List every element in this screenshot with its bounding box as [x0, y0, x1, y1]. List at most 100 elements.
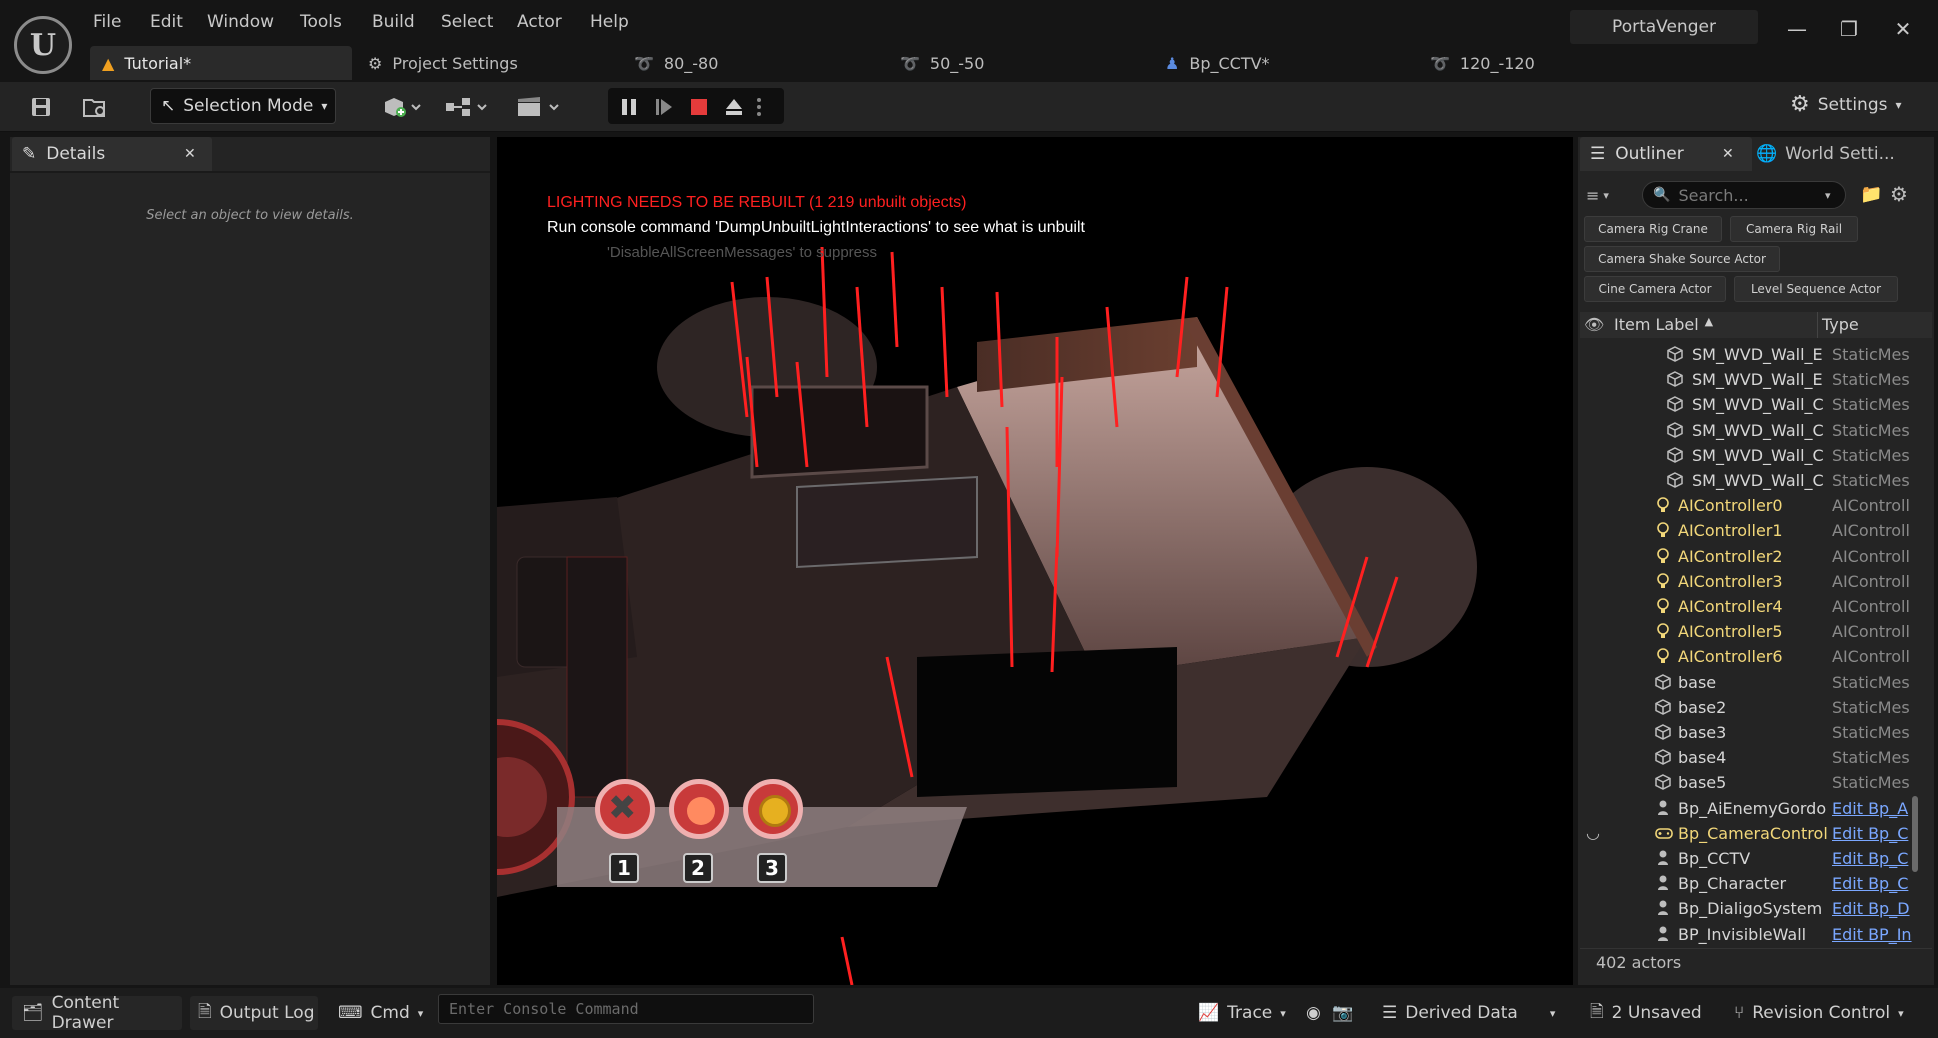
outliner-row[interactable]: base2 StaticMes	[1580, 695, 1932, 720]
outliner-row[interactable]: base StaticMes	[1580, 670, 1932, 695]
close-window-icon[interactable]: ✕	[1888, 14, 1918, 44]
filter-level-sequence-actor[interactable]: Level Sequence Actor	[1734, 276, 1898, 302]
level-viewport[interactable]: ✖ 1 2 3 LIGHTING NEEDS TO BE REBUILT (1 …	[497, 137, 1573, 985]
blueprint-menu-icon[interactable]	[440, 92, 494, 122]
outliner-row[interactable]: AIController0 AIControll	[1580, 493, 1932, 518]
filter-cine-camera-actor[interactable]: Cine Camera Actor	[1584, 276, 1726, 302]
stop-icon[interactable]	[682, 92, 716, 122]
tab-outliner[interactable]: ☰ Outliner ✕	[1580, 137, 1752, 171]
outliner-row[interactable]: AIController1 AIControll	[1580, 518, 1932, 543]
content-drawer-button[interactable]: 🗂 Content Drawer	[12, 993, 182, 1033]
outliner-row[interactable]: base4 StaticMes	[1580, 745, 1932, 770]
hidden-eye-icon[interactable]: ◡	[1586, 823, 1606, 843]
outliner-row[interactable]: base5 StaticMes	[1580, 770, 1932, 795]
restore-icon[interactable]: ❐	[1834, 14, 1864, 44]
outliner-row[interactable]: AIController6 AIControll	[1580, 644, 1932, 669]
search-input[interactable]: 🔍 Search... ▾	[1642, 181, 1846, 209]
outliner-row[interactable]: AIController5 AIControll	[1580, 619, 1932, 644]
new-folder-icon[interactable]: 📁	[1860, 184, 1882, 205]
edit-blueprint-link[interactable]: Edit BP_In	[1832, 925, 1932, 944]
outliner-row-label: base4	[1678, 748, 1727, 768]
save-icon[interactable]	[24, 92, 58, 122]
tab-tutorial[interactable]: ▲ Tutorial*	[90, 46, 352, 80]
static-mesh-icon	[1666, 421, 1686, 441]
settings-button[interactable]: ⚙ Settings ▾	[1790, 92, 1902, 117]
outliner-row[interactable]: base3 StaticMes	[1580, 720, 1932, 745]
filter-dropdown[interactable]: ≡ ▾	[1586, 182, 1626, 208]
revision-control-dropdown[interactable]: ⑂ Revision Control ▾	[1734, 996, 1904, 1030]
tab-80-80[interactable]: ➰ 80_-80	[622, 46, 718, 80]
outliner-row[interactable]: SM_WVD_Wall_C StaticMes	[1580, 418, 1932, 443]
pause-icon[interactable]	[612, 92, 646, 122]
menu-edit[interactable]: Edit	[150, 12, 183, 32]
derived-data-dropdown[interactable]: ☰ Derived Data ▾	[1382, 996, 1555, 1030]
menu-file[interactable]: File	[93, 12, 121, 32]
cinematics-icon[interactable]	[512, 92, 566, 122]
outliner-row[interactable]: SM_WVD_Wall_C StaticMes	[1580, 468, 1932, 493]
close-icon[interactable]: ✕	[1722, 146, 1734, 162]
outliner-row[interactable]: SM_WVD_Wall_C StaticMes	[1580, 392, 1932, 417]
column-type[interactable]: Type	[1822, 315, 1859, 334]
unreal-logo-icon[interactable]: U	[14, 16, 72, 74]
menu-help[interactable]: Help	[590, 12, 629, 32]
filter-camera-shake-source[interactable]: Camera Shake Source Actor	[1584, 246, 1780, 272]
outliner-row[interactable]: Bp_Character Edit Bp_C	[1580, 871, 1932, 896]
close-icon[interactable]: ✕	[184, 146, 196, 162]
outliner-row-type: StaticMes	[1832, 697, 1910, 717]
filter-camera-rig-crane[interactable]: Camera Rig Crane	[1584, 216, 1722, 242]
screenshot-icon[interactable]: 📷	[1332, 996, 1353, 1030]
step-frame-icon[interactable]	[647, 92, 681, 122]
console-command-input[interactable]: Enter Console Command	[438, 994, 814, 1024]
outliner-row[interactable]: ◡ Bp_CameraControl Edit Bp_C	[1580, 821, 1932, 846]
hud-slot-3	[743, 779, 803, 839]
curve-asset-icon: ➰	[900, 53, 920, 73]
outliner-row[interactable]: AIController3 AIControll	[1580, 569, 1932, 594]
outliner-row[interactable]: SM_WVD_Wall_E StaticMes	[1580, 342, 1932, 367]
menu-select[interactable]: Select	[441, 12, 493, 32]
revision-control-label: Revision Control	[1752, 1003, 1891, 1023]
outliner-settings-icon[interactable]: ⚙	[1890, 182, 1908, 206]
tab-details[interactable]: ✎ Details ✕	[12, 137, 212, 171]
filter-camera-rig-rail[interactable]: Camera Rig Rail	[1730, 216, 1858, 242]
unsaved-button[interactable]: 🗎 2 Unsaved	[1590, 996, 1702, 1030]
selection-mode-dropdown[interactable]: ↖ Selection Mode ▾	[150, 88, 336, 124]
outliner-row[interactable]: Bp_DialigoSystem Edit Bp_D	[1580, 896, 1932, 921]
more-options-icon[interactable]	[752, 92, 766, 122]
tab-120-120[interactable]: ➰ 120_-120	[1418, 46, 1535, 80]
outliner-row[interactable]: Bp_AiEnemyGordo Edit Bp_A	[1580, 796, 1932, 821]
menu-tools[interactable]: Tools	[300, 12, 342, 32]
outliner-row-label: SM_WVD_Wall_C	[1692, 445, 1824, 465]
tab-50-50[interactable]: ➰ 50_-50	[888, 46, 984, 80]
outliner-row-type: StaticMes	[1832, 345, 1910, 364]
outliner-scrollbar[interactable]	[1912, 796, 1918, 872]
edit-blueprint-link[interactable]: Edit Bp_D	[1832, 899, 1932, 918]
add-actor-icon[interactable]	[378, 92, 426, 122]
browse-content-icon[interactable]	[78, 92, 112, 122]
outliner-row[interactable]: SM_WVD_Wall_E StaticMes	[1580, 367, 1932, 392]
pencil-icon: ✎	[22, 144, 37, 164]
coin-icon	[759, 795, 791, 827]
minimize-icon[interactable]: —	[1782, 14, 1812, 44]
outliner-row[interactable]: AIController2 AIControll	[1580, 544, 1932, 569]
edit-blueprint-link[interactable]: Edit Bp_C	[1832, 874, 1932, 893]
outliner-row[interactable]: BP_InvisibleWall Edit BP_In	[1580, 922, 1932, 947]
outliner-row[interactable]: Bp_CCTV Edit Bp_C	[1580, 846, 1932, 871]
eject-icon[interactable]	[717, 92, 751, 122]
outliner-row[interactable]: SM_WVD_Wall_C StaticMes	[1580, 443, 1932, 468]
output-log-button[interactable]: 🗎 Output Log	[190, 996, 318, 1030]
menu-window[interactable]: Window	[207, 12, 274, 32]
record-icon[interactable]: ◉	[1306, 996, 1321, 1030]
visibility-column-icon[interactable]: 👁	[1584, 315, 1604, 334]
outliner-row-label: Bp_AiEnemyGordo	[1678, 798, 1827, 818]
trace-label: Trace	[1227, 1003, 1273, 1023]
ai-controller-icon	[1654, 622, 1674, 642]
tab-project-settings[interactable]: ⚙ Project Settings	[356, 46, 518, 80]
column-item-label[interactable]: Item Label ▲	[1614, 315, 1713, 334]
menu-build[interactable]: Build	[372, 12, 415, 32]
tab-world-settings[interactable]: 🌐 World Setti...	[1756, 144, 1895, 164]
cmd-dropdown[interactable]: ⌨ Cmd ▾	[338, 996, 423, 1030]
tab-bp-cctv[interactable]: ♟ Bp_CCTV*	[1153, 46, 1270, 80]
outliner-row[interactable]: AIController4 AIControll	[1580, 594, 1932, 619]
trace-dropdown[interactable]: 📈 Trace ▾	[1198, 996, 1286, 1030]
menu-actor[interactable]: Actor	[517, 12, 562, 32]
